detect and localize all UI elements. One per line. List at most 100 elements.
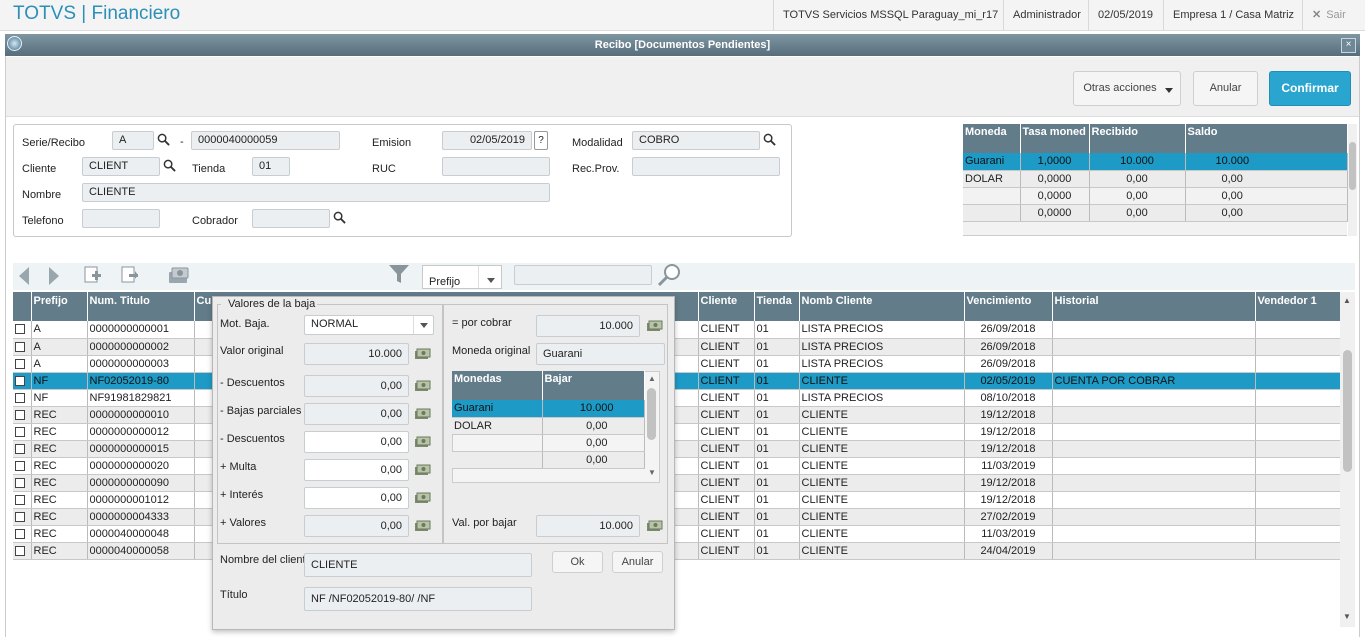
scroll-down-icon[interactable]: ▼ [1343,612,1351,621]
arrow-right-icon[interactable] [48,266,60,286]
client-name-col-header[interactable]: Nomb Cliente [799,292,965,321]
currency-row[interactable]: 0,0000 0,00 0,00 [963,187,1348,205]
original-value-field[interactable]: 10.000 [304,343,409,365]
currency-row[interactable]: 0,0000 0,00 0,00 [963,204,1348,222]
scrollbar-thumb[interactable] [1343,350,1352,472]
prefix-col-header[interactable]: Prefijo [31,292,88,321]
calculator-icon[interactable] [414,520,431,532]
history-col-header[interactable]: Historial [1052,292,1256,321]
scrollbar-thumb[interactable] [1349,142,1356,190]
store-col-header[interactable]: Tienda [754,292,800,321]
discount2-field[interactable]: 0,00 [304,431,409,453]
ok-button[interactable]: Ok [552,551,603,573]
client-name-field[interactable]: CLIENTE [304,553,532,577]
writeoff-col-header[interactable]: Bajar [542,371,645,400]
scroll-up-icon[interactable]: ▲ [1343,296,1351,305]
received-col-header[interactable]: Recibido [1089,124,1186,153]
scroll-down-icon[interactable]: ▼ [648,468,656,477]
currency-writeoff-row[interactable]: DOLAR 0,00 [452,417,645,435]
row-checkbox[interactable] [15,324,25,335]
row-checkbox[interactable] [15,494,25,505]
due-date-col-header[interactable]: Vencimiento [964,292,1053,321]
row-checkbox[interactable] [15,409,25,420]
serie-field[interactable]: A [112,131,154,150]
add-document-icon[interactable] [83,265,103,285]
currency-writeoff-row[interactable]: 0,00 [452,451,645,469]
original-currency-field[interactable]: Guarani [536,343,665,365]
balance-col-header[interactable]: Saldo [1185,124,1348,153]
calculator-icon[interactable] [646,320,663,332]
calculator-icon[interactable] [414,380,431,392]
row-checkbox[interactable] [15,375,25,386]
date-help-button[interactable]: ? [534,131,548,150]
currency-row[interactable]: Guarani 1,0000 10.000 10.000 [963,153,1348,171]
search-icon[interactable] [333,211,346,224]
row-checkbox[interactable] [15,358,25,369]
emision-field[interactable]: 02/05/2019 [442,131,532,150]
money-stack-icon[interactable] [167,264,191,286]
grid-scrollbar[interactable]: ▲ ▼ [1340,292,1355,627]
currency-writeoff-row[interactable]: 0,00 [452,434,645,452]
currency-scrollbar[interactable] [1348,124,1357,236]
search-icon[interactable] [657,263,683,287]
row-checkbox[interactable] [15,443,25,454]
user-name[interactable]: Administrador [1003,0,1090,30]
window-close-button[interactable]: × [1341,38,1356,53]
cancel-button[interactable]: Anular [1193,71,1258,106]
tienda-field[interactable]: 01 [252,157,290,176]
client-col-header[interactable]: Cliente [698,292,755,321]
row-checkbox[interactable] [15,460,25,471]
grid-search-input[interactable] [514,265,652,285]
scroll-up-icon[interactable]: ▲ [648,374,656,383]
nombre-field[interactable]: CLIENTE [82,183,550,202]
cobrador-field[interactable] [252,209,330,228]
modalidad-field[interactable]: COBRO [632,131,760,150]
row-checkbox[interactable] [15,545,25,556]
edit-document-icon[interactable] [120,265,140,285]
cliente-field[interactable]: CLIENT [82,157,160,176]
ruc-field[interactable] [442,157,550,176]
calculator-icon[interactable] [414,348,431,360]
arrow-left-icon[interactable] [18,266,30,286]
row-checkbox[interactable] [15,528,25,539]
fine-field[interactable]: 0,00 [304,459,409,481]
seller-col-header[interactable]: Vendedor 1 [1255,292,1341,321]
to-collect-field[interactable]: 10.000 [536,315,640,337]
currency-col-header[interactable]: Moneda [963,124,1021,153]
calculator-icon[interactable] [646,520,663,532]
other-actions-button[interactable]: Otras acciones [1073,71,1181,106]
search-icon[interactable] [763,133,776,146]
dialog-cancel-button[interactable]: Anular [612,551,663,573]
rate-col-header[interactable]: Tasa moned [1020,124,1090,153]
discount1-field[interactable]: 0,00 [304,375,409,397]
search-icon[interactable] [163,159,176,172]
currencies-col-header[interactable]: Monedas [452,371,543,400]
row-checkbox[interactable] [15,341,25,352]
row-checkbox[interactable] [15,392,25,403]
select-col-header[interactable] [13,292,32,321]
row-checkbox[interactable] [15,477,25,488]
currency-row[interactable]: DOLAR 0,0000 0,00 0,00 [963,170,1348,188]
row-checkbox[interactable] [15,426,25,437]
row-checkbox[interactable] [15,511,25,522]
calculator-icon[interactable] [414,492,431,504]
mot-select[interactable]: NORMAL [304,315,434,335]
interest-field[interactable]: 0,00 [304,487,409,509]
filter-icon[interactable] [388,264,410,284]
calculator-icon[interactable] [414,464,431,476]
search-icon[interactable] [157,133,170,146]
value-to-writeoff-field[interactable]: 10.000 [536,515,640,537]
writeoff-scrollbar[interactable]: ▲ ▼ [645,372,659,482]
title-number-col-header[interactable]: Num. Titulo [87,292,195,321]
recprov-field[interactable] [632,157,780,176]
company-name[interactable]: Empresa 1 / Casa Matriz [1163,0,1303,30]
scrollbar-thumb[interactable] [647,388,656,440]
exit-button[interactable]: ✕ Sair [1302,0,1355,30]
currency-writeoff-row[interactable]: Guarani 10.000 [452,400,645,418]
calculator-icon[interactable] [414,436,431,448]
filter-field-select[interactable]: Prefijo [422,265,502,289]
calculator-icon[interactable] [414,408,431,420]
values-field[interactable]: 0,00 [304,515,409,537]
title-field[interactable]: NF /NF02052019-80/ /NF [304,587,532,611]
confirm-button[interactable]: Confirmar [1269,71,1351,106]
